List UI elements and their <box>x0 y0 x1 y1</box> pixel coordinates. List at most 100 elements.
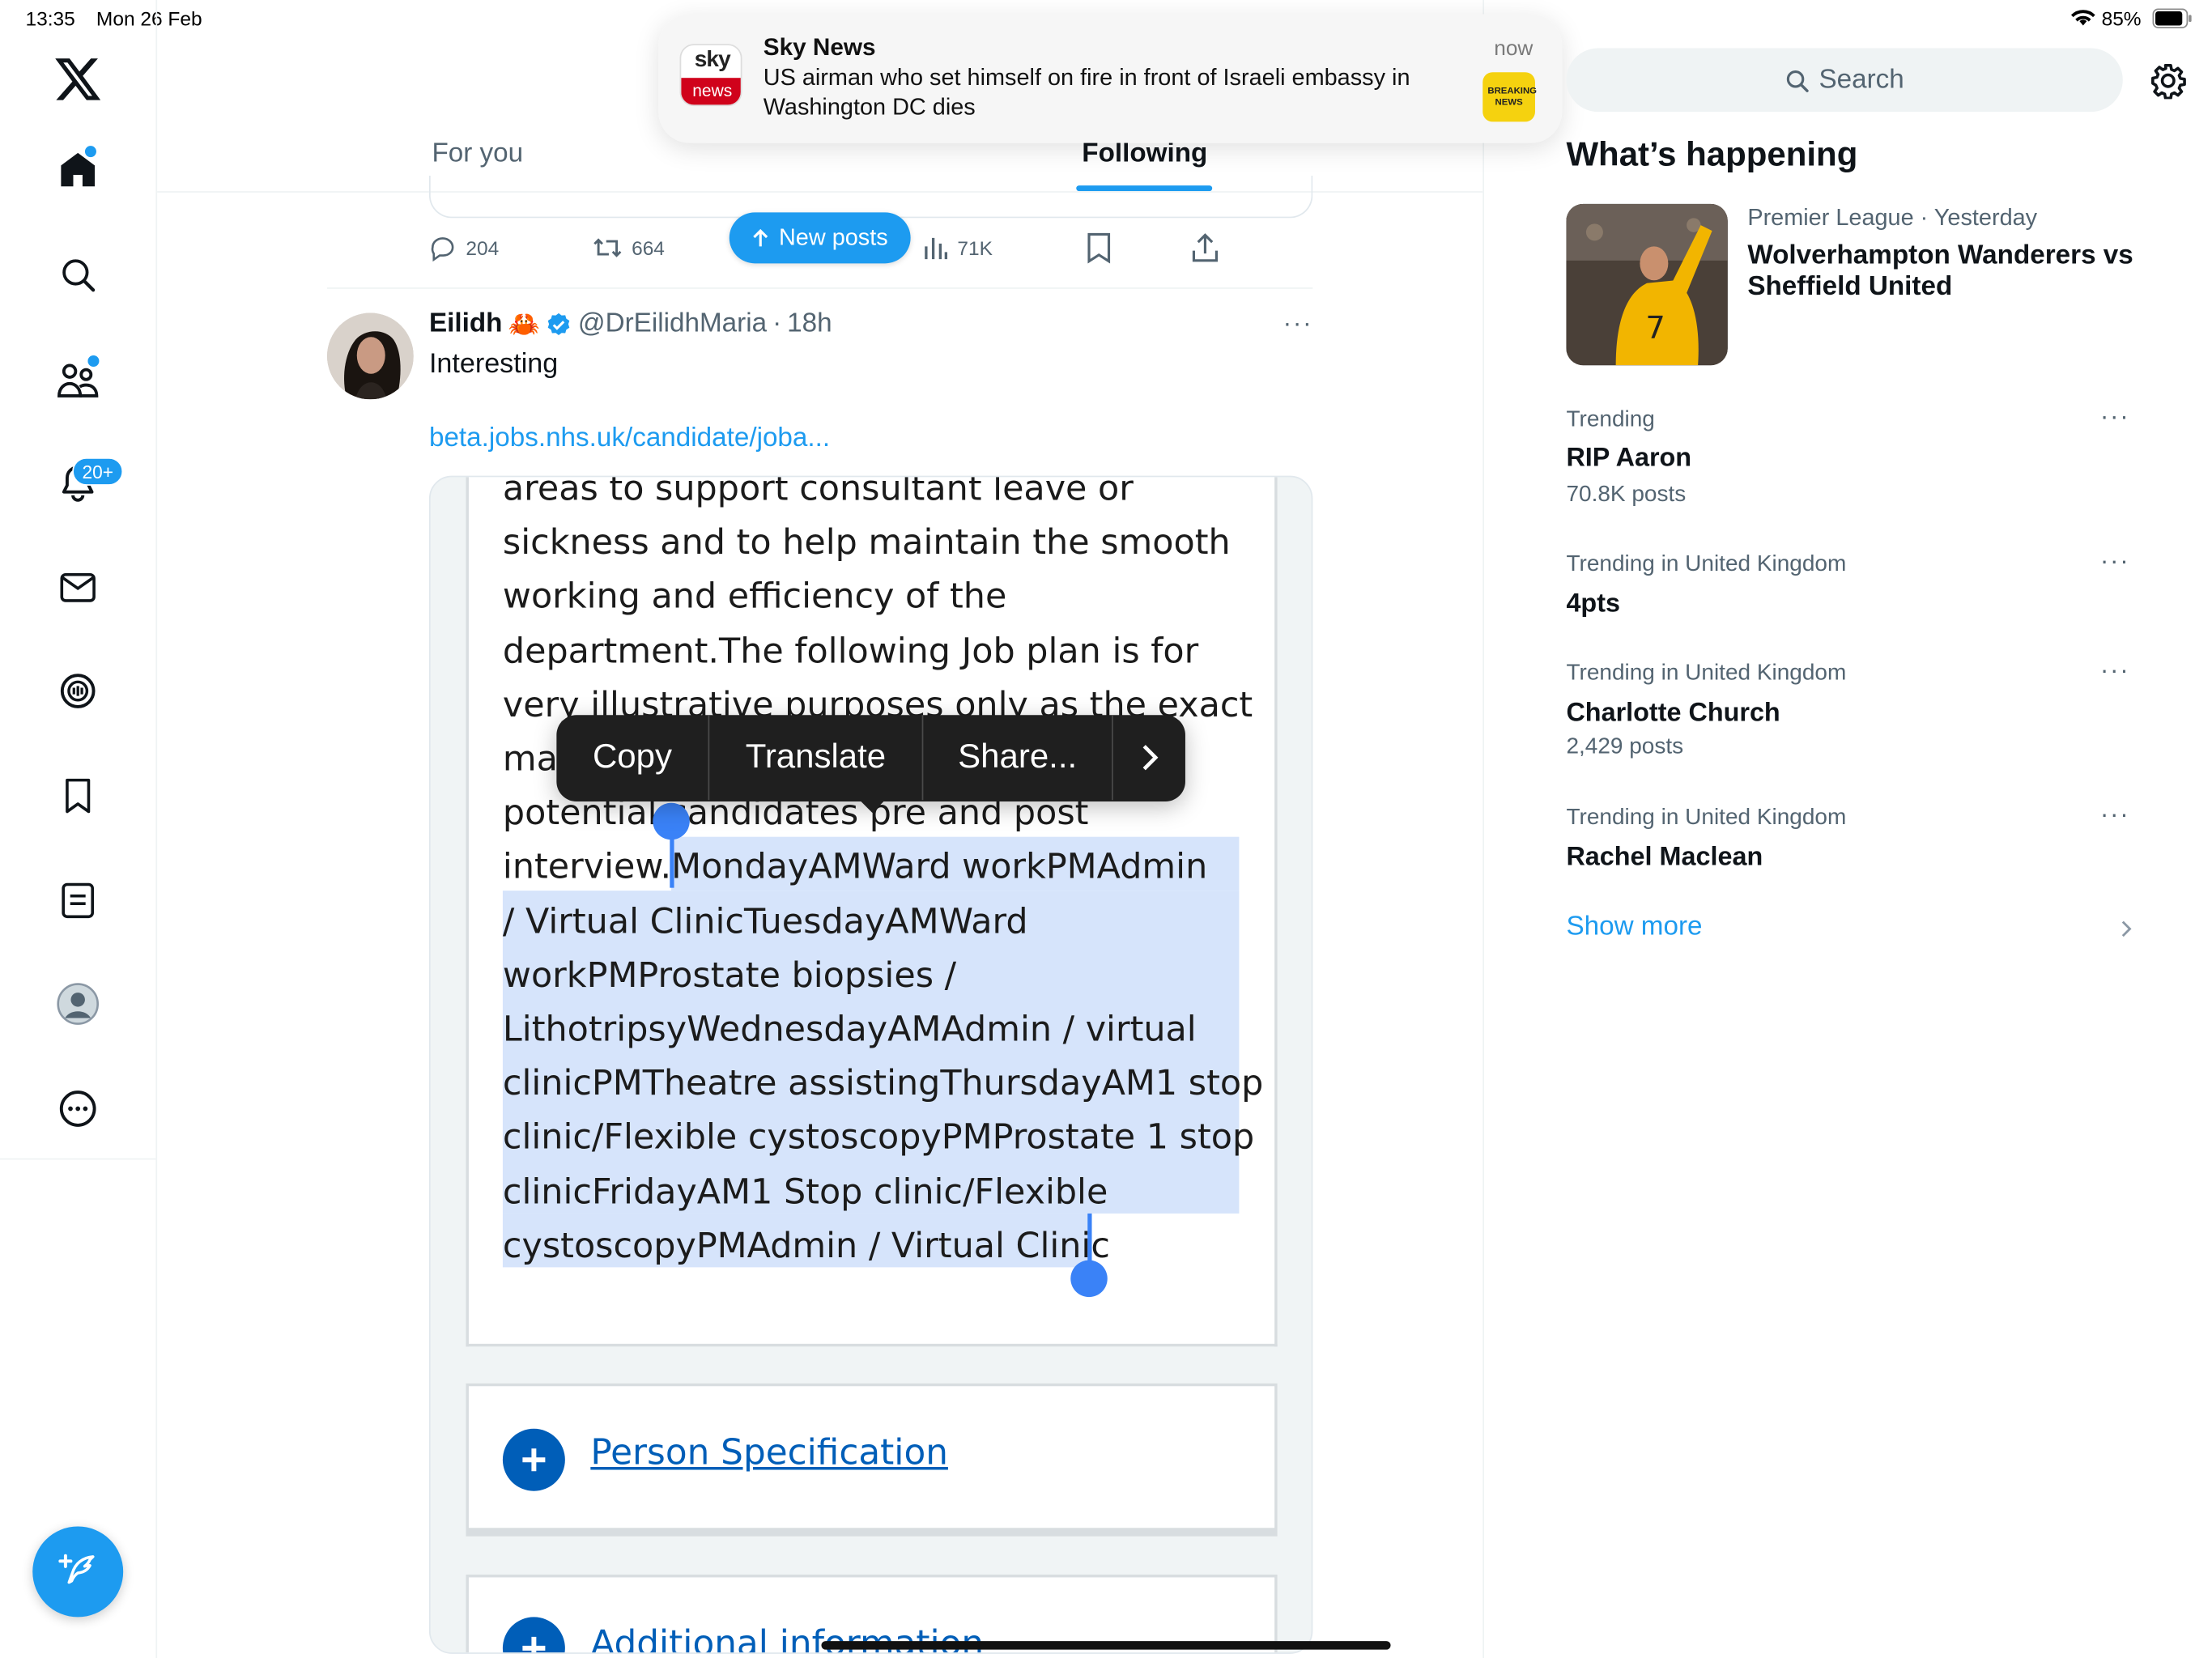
doc-line: LithotripsyWednesdayAMAdmin / virtual <box>502 1008 1197 1050</box>
share-menu-item[interactable]: Share... <box>923 715 1112 800</box>
wifi-icon <box>2070 7 2095 27</box>
trend-context: Trending <box>1566 407 1655 432</box>
notification-body-line1: US airman who set himself on fire in fro… <box>763 65 1410 91</box>
tweet-time[interactable]: 18h <box>787 308 832 339</box>
home-icon[interactable] <box>51 143 104 197</box>
trend-title: 4pts <box>1566 587 1620 618</box>
verified-badge-icon <box>547 312 570 335</box>
profile-avatar-icon[interactable] <box>51 977 104 1031</box>
trend-item[interactable]: Trending in United Kingdom Charlotte Chu… <box>1566 658 2133 772</box>
spaces-icon[interactable] <box>51 664 104 717</box>
status-date: Mon 26 Feb <box>96 6 202 30</box>
feather-plus-icon <box>58 1554 95 1584</box>
reply-icon <box>431 237 454 262</box>
retweet-count: 664 <box>632 236 665 260</box>
home-unread-dot <box>84 146 96 158</box>
trend-item[interactable]: Trending RIP Aaron 70.8K posts <box>1566 405 2133 518</box>
retweet-button[interactable]: 664 <box>592 234 665 262</box>
doc-line: working and efficiency of the <box>502 575 1007 617</box>
selection-start-caret <box>670 828 674 888</box>
tab-following[interactable]: Following <box>1082 138 1207 169</box>
main-divider <box>1482 0 1484 1658</box>
tweet-text: Interesting <box>428 348 559 380</box>
notification-body-line2: Washington DC dies <box>763 95 976 121</box>
tweet-more-button[interactable]: ··· <box>1283 308 1313 338</box>
trend-item[interactable]: Trending in United Kingdom Rachel Maclea… <box>1566 803 2133 888</box>
new-posts-label: New posts <box>778 224 888 250</box>
trend-more-button[interactable]: ··· <box>2100 800 2130 830</box>
bookmarks-icon[interactable] <box>51 769 104 823</box>
share-tweet-icon[interactable] <box>1188 231 1222 265</box>
reply-button[interactable]: 204 <box>429 234 499 262</box>
trend-item[interactable]: Trending in United Kingdom 4pts <box>1566 550 2133 635</box>
doc-line: sickness and to help maintain the smooth <box>502 521 1231 563</box>
breaking-news-thumbnail: BREAKING NEWS <box>1482 72 1537 122</box>
doc-line: workPMProstate biopsies / <box>502 954 957 996</box>
explore-search-icon[interactable] <box>51 248 104 301</box>
messages-envelope-icon[interactable] <box>51 561 104 614</box>
tweet-header: Eilidh 🦀 @DrEilidhMaria · 18h <box>429 308 832 339</box>
tweet-media-image[interactable]: areas to support consultant leave or sic… <box>428 475 1313 1654</box>
trend-title: RIP Aaron <box>1566 441 1692 472</box>
notification-app-name: Sky News <box>763 33 876 62</box>
more-options-icon[interactable] <box>51 1082 104 1135</box>
trend-context: Trending in United Kingdom <box>1566 552 1847 576</box>
person-specification-link[interactable]: Person Specification <box>590 1431 948 1473</box>
views-button[interactable]: 71K <box>923 234 993 262</box>
featured-meta: Premier League · Yesterday <box>1747 206 2037 232</box>
context-menu-pointer <box>857 798 887 813</box>
show-more-link[interactable]: Show more <box>1566 912 1702 942</box>
search-input[interactable]: Search <box>1566 48 2123 113</box>
push-notification[interactable]: sky news Sky News now US airman who set … <box>658 14 1563 143</box>
more-menu-chevron-icon[interactable] <box>1113 715 1185 800</box>
selection-end-handle[interactable] <box>1070 1260 1108 1298</box>
sidebar-divider <box>155 0 158 1658</box>
author-emoji: 🦀 <box>508 309 540 338</box>
doc-line: interview.MondayAMWard workPMAdmin <box>502 845 1208 887</box>
trend-context: Trending in United Kingdom <box>1566 661 1847 686</box>
doc-line: department.The following Job plan is for <box>502 629 1199 671</box>
expand-plus-icon <box>502 1617 565 1653</box>
featured-title[interactable]: Wolverhampton Wanderers vs Sheffield Uni… <box>1747 240 2172 303</box>
arrow-up-icon <box>753 228 768 247</box>
sidebar-bottom-divider <box>0 1158 156 1160</box>
status-time: 13:35 <box>25 6 75 30</box>
communities-unread-dot <box>87 355 100 368</box>
compose-post-button[interactable] <box>32 1526 124 1618</box>
tweet-author-avatar[interactable] <box>327 312 414 400</box>
tweet-handle[interactable]: @DrEilidhMaria <box>578 308 767 339</box>
battery-percent: 85% <box>2101 6 2142 30</box>
search-icon <box>1787 70 1810 91</box>
tweet-author-name[interactable]: Eilidh <box>429 308 502 339</box>
doc-line: clinicFridayAM1 Stop clinic/Flexible <box>502 1170 1108 1212</box>
tab-for-you[interactable]: For you <box>432 138 523 169</box>
doc-line: clinicPMTheatre assistingThursdayAM1 sto… <box>502 1062 1264 1103</box>
views-count: 71K <box>957 236 993 260</box>
trend-title: Rachel Maclean <box>1566 840 1763 871</box>
featured-event-thumbnail[interactable]: 7 <box>1566 203 1728 366</box>
new-posts-button[interactable]: New posts <box>729 212 911 264</box>
copy-menu-item[interactable]: Copy <box>556 715 708 800</box>
doc-line: cystoscopyPMAdmin / Virtual Clinic <box>502 1224 1110 1266</box>
bookmark-tweet-icon[interactable] <box>1082 231 1116 265</box>
notification-time: now <box>1494 36 1534 62</box>
trend-count: 70.8K posts <box>1566 483 1687 508</box>
svg-text:7: 7 <box>1645 310 1665 346</box>
featured-sep: · <box>1913 205 1934 232</box>
doc-line: / Virtual ClinicTuesdayAMWard <box>502 899 1028 942</box>
lists-icon[interactable] <box>51 874 104 927</box>
translate-menu-item[interactable]: Translate <box>709 715 921 800</box>
retweet-icon <box>593 238 622 257</box>
x-logo-icon[interactable] <box>51 53 104 104</box>
person-specification-section[interactable]: Person Specification <box>466 1383 1278 1537</box>
trend-more-button[interactable]: ··· <box>2100 546 2130 576</box>
tweet-link[interactable]: beta.jobs.nhs.uk/candidate/joba... <box>429 423 830 454</box>
tweet-divider <box>327 287 1313 289</box>
settings-gear-icon[interactable] <box>2147 59 2189 101</box>
trend-more-button[interactable]: ··· <box>2100 656 2130 686</box>
home-indicator-bar[interactable] <box>821 1641 1391 1650</box>
text-context-menu: Copy Translate Share... <box>556 715 1185 801</box>
trend-context: Trending in United Kingdom <box>1566 806 1847 830</box>
trend-more-button[interactable]: ··· <box>2100 402 2130 432</box>
chevron-right-icon <box>2116 917 2138 940</box>
